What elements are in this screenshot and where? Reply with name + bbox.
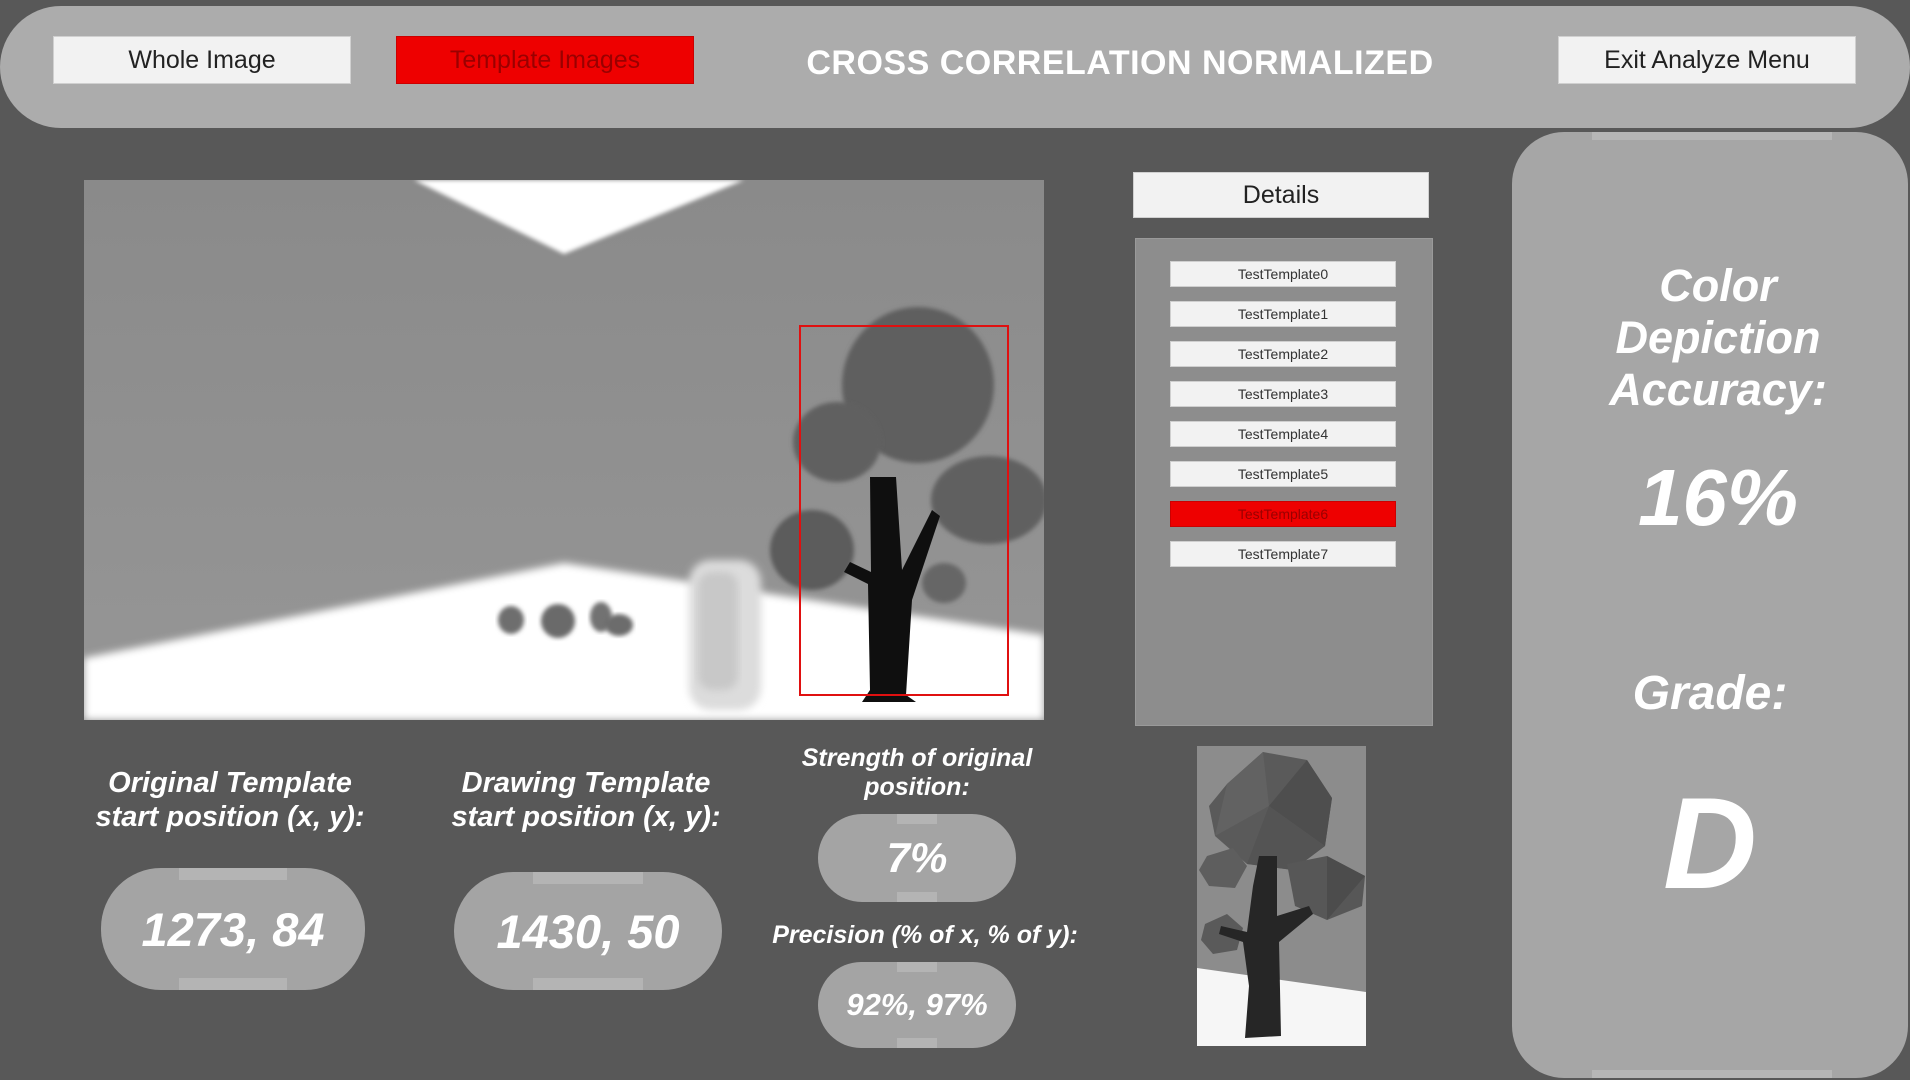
precision-label: Precision (% of x, % of y): (772, 921, 1078, 949)
strength-value-box: 7% (818, 814, 1016, 902)
strength-label-line2: position: (864, 773, 970, 801)
drawing-label-line1: Drawing Template (461, 767, 711, 799)
precision-value-box: 92%, 97% (818, 962, 1016, 1048)
strength-label: Strength of original position: (772, 744, 1062, 802)
template-item-7[interactable]: TestTemplate7 (1170, 541, 1396, 567)
drawing-position-value-box: 1430, 50 (454, 872, 722, 990)
original-position-value: 1273, 84 (141, 902, 325, 956)
accuracy-label-line2: Depiction (1615, 312, 1821, 363)
pill-notch (897, 814, 937, 824)
page-title: CROSS CORRELATION NORMALIZED (806, 43, 1434, 82)
accuracy-label: Color Depiction Accuracy: (1520, 260, 1910, 416)
template-images-button[interactable]: Template Images (396, 36, 694, 84)
pill-notch (179, 868, 287, 880)
original-label-line2: start position (x, y): (95, 801, 365, 833)
drawing-position-label: Drawing Template start position (x, y): (440, 766, 732, 834)
scene-render (84, 180, 1044, 720)
template-item-5[interactable]: TestTemplate5 (1170, 461, 1396, 487)
pill-notch (179, 978, 287, 990)
image-viewport (84, 180, 1044, 720)
original-label-line1: Original Template (108, 767, 352, 799)
template-list: TestTemplate0 TestTemplate1 TestTemplate… (1135, 238, 1433, 726)
accuracy-label-line3: Accuracy: (1609, 364, 1827, 415)
template-item-4[interactable]: TestTemplate4 (1170, 421, 1396, 447)
whole-image-button[interactable]: Whole Image (53, 36, 351, 84)
original-position-value-box: 1273, 84 (101, 868, 365, 990)
template-item-3[interactable]: TestTemplate3 (1170, 381, 1396, 407)
panel-notch (1592, 132, 1832, 140)
precision-value: 92%, 97% (846, 987, 988, 1022)
grade-label: Grade: (1632, 667, 1788, 720)
details-button[interactable]: Details (1133, 172, 1429, 218)
original-position-label: Original Template start position (x, y): (84, 766, 376, 834)
template-item-2[interactable]: TestTemplate2 (1170, 341, 1396, 367)
pill-notch (897, 962, 937, 972)
exit-analyze-menu-button[interactable]: Exit Analyze Menu (1558, 36, 1856, 84)
template-item-6[interactable]: TestTemplate6 (1170, 501, 1396, 527)
strength-value: 7% (886, 834, 948, 881)
accuracy-value: 16% (1637, 453, 1799, 542)
drawing-position-value: 1430, 50 (496, 904, 680, 958)
panel-notch (1592, 1070, 1832, 1078)
strength-label-line1: Strength of original (801, 744, 1033, 772)
pill-notch (533, 978, 643, 990)
template-item-1[interactable]: TestTemplate1 (1170, 301, 1396, 327)
template-thumbnail-render (1197, 746, 1366, 1046)
pill-notch (533, 872, 643, 884)
pill-notch (897, 1038, 937, 1048)
grade-value: D (1663, 770, 1757, 916)
template-item-0[interactable]: TestTemplate0 (1170, 261, 1396, 287)
drawing-label-line2: start position (x, y): (451, 801, 721, 833)
accuracy-label-line1: Color (1659, 260, 1777, 311)
template-thumbnail (1197, 746, 1366, 1046)
pill-notch (897, 892, 937, 902)
